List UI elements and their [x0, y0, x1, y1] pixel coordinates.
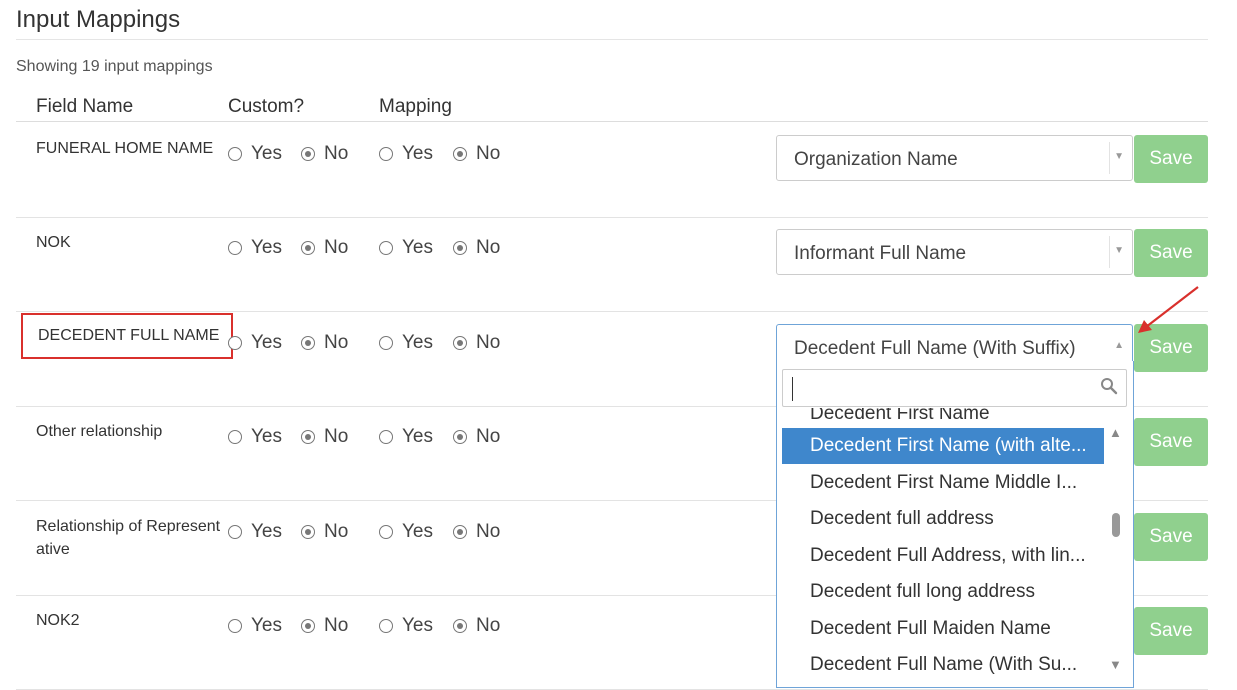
radio-unchecked-icon: [379, 241, 393, 255]
save-button[interactable]: Save: [1134, 607, 1208, 655]
custom-no-radio[interactable]: No: [301, 614, 348, 638]
radio-checked-icon: [301, 336, 315, 350]
custom-yes-radio[interactable]: Yes: [228, 614, 282, 638]
radio-checked-icon: [301, 147, 315, 161]
radio-unchecked-icon: [379, 147, 393, 161]
field-name: NOK2: [36, 612, 80, 629]
radio-unchecked-icon: [379, 430, 393, 444]
field-name-highlighted: DECEDENT FULL NAME: [21, 313, 234, 359]
dropdown-options: Decedent First Name Decedent First Name …: [782, 408, 1104, 687]
mapping-no-radio[interactable]: No: [453, 331, 500, 355]
radio-checked-icon: [453, 525, 467, 539]
title-divider: [16, 39, 1208, 40]
field-name: Other relationship: [36, 423, 163, 440]
custom-yes-radio[interactable]: Yes: [228, 236, 282, 260]
radio-unchecked-icon: [228, 241, 242, 255]
radio-unchecked-icon: [228, 430, 242, 444]
radio-checked-icon: [453, 619, 467, 633]
chevron-down-icon: ▼: [1114, 245, 1124, 256]
mapping-count: Showing 19 input mappings: [16, 58, 213, 75]
radio-unchecked-icon: [379, 525, 393, 539]
dropdown-option[interactable]: Decedent Full Maiden Name: [782, 611, 1104, 647]
dropdown-search-input[interactable]: [782, 369, 1127, 407]
page-title: Input Mappings: [16, 6, 181, 33]
mapping-yes-radio[interactable]: Yes: [379, 520, 433, 544]
mapping-yes-radio[interactable]: Yes: [379, 236, 433, 260]
dropdown-option[interactable]: Decedent full address: [782, 501, 1104, 537]
save-button[interactable]: Save: [1134, 418, 1208, 466]
custom-yes-radio[interactable]: Yes: [228, 331, 282, 355]
radio-unchecked-icon: [379, 336, 393, 350]
mapping-yes-radio[interactable]: Yes: [379, 331, 433, 355]
save-button[interactable]: Save: [1134, 513, 1208, 561]
search-icon: [1101, 378, 1118, 395]
mapping-select[interactable]: Informant Full Name ▼: [776, 229, 1133, 275]
radio-unchecked-icon: [228, 147, 242, 161]
select-value: Organization Name: [794, 149, 958, 170]
dropdown-option-highlighted[interactable]: Decedent First Name (with alte...: [782, 428, 1104, 464]
radio-checked-icon: [301, 525, 315, 539]
mapping-no-radio[interactable]: No: [453, 520, 500, 544]
select-value: Decedent Full Name (With Suffix): [794, 338, 1076, 359]
chevron-up-icon: ▲: [1114, 340, 1124, 351]
custom-no-radio[interactable]: No: [301, 142, 348, 166]
mapping-yes-radio[interactable]: Yes: [379, 614, 433, 638]
dropdown-panel: Decedent First Name Decedent First Name …: [776, 361, 1134, 688]
field-name: Relationship of Representative: [36, 518, 221, 558]
dropdown-option[interactable]: Decedent full long address: [782, 574, 1104, 610]
column-header-custom: Custom?: [228, 96, 305, 117]
field-name: NOK: [36, 234, 71, 251]
mapping-no-radio[interactable]: No: [453, 142, 500, 166]
dropdown-option[interactable]: Decedent Full Address, with lin...: [782, 538, 1104, 574]
select-value: Informant Full Name: [794, 243, 967, 264]
mapping-row: NOK Yes No Yes No Informant Full Name ▼ …: [16, 216, 1208, 312]
radio-checked-icon: [453, 430, 467, 444]
mapping-no-radio[interactable]: No: [453, 614, 500, 638]
dropdown-option[interactable]: Decedent First Name Middle I...: [782, 465, 1104, 501]
save-button[interactable]: Save: [1134, 229, 1208, 277]
column-header-field-name: Field Name: [36, 96, 134, 117]
mapping-select[interactable]: Organization Name ▼: [776, 135, 1133, 181]
custom-no-radio[interactable]: No: [301, 236, 348, 260]
custom-yes-radio[interactable]: Yes: [228, 142, 282, 166]
scroll-up-icon[interactable]: ▲: [1109, 425, 1122, 440]
mapping-row: FUNERAL HOME NAME Yes No Yes No Organiza…: [16, 122, 1208, 218]
radio-checked-icon: [301, 430, 315, 444]
column-header-mapping: Mapping: [379, 96, 452, 117]
mapping-no-radio[interactable]: No: [453, 425, 500, 449]
radio-unchecked-icon: [228, 336, 242, 350]
annotation-arrow: [1138, 286, 1199, 333]
radio-unchecked-icon: [228, 619, 242, 633]
custom-yes-radio[interactable]: Yes: [228, 520, 282, 544]
custom-no-radio[interactable]: No: [301, 331, 348, 355]
save-button[interactable]: Save: [1134, 135, 1208, 183]
chevron-down-icon: ▼: [1114, 151, 1124, 162]
radio-checked-icon: [301, 619, 315, 633]
radio-unchecked-icon: [379, 619, 393, 633]
custom-no-radio[interactable]: No: [301, 520, 348, 544]
text-caret: [792, 377, 793, 401]
mapping-yes-radio[interactable]: Yes: [379, 425, 433, 449]
radio-checked-icon: [453, 147, 467, 161]
custom-no-radio[interactable]: No: [301, 425, 348, 449]
radio-checked-icon: [301, 241, 315, 255]
radio-checked-icon: [453, 241, 467, 255]
mapping-yes-radio[interactable]: Yes: [379, 142, 433, 166]
mapping-no-radio[interactable]: No: [453, 236, 500, 260]
scrollbar-thumb[interactable]: [1112, 513, 1120, 537]
field-name: FUNERAL HOME NAME: [36, 140, 214, 157]
radio-checked-icon: [453, 336, 467, 350]
custom-yes-radio[interactable]: Yes: [228, 425, 282, 449]
dropdown-option[interactable]: Decedent Full Name (With Su...: [782, 647, 1104, 683]
radio-unchecked-icon: [228, 525, 242, 539]
scroll-down-icon[interactable]: ▼: [1109, 657, 1122, 672]
